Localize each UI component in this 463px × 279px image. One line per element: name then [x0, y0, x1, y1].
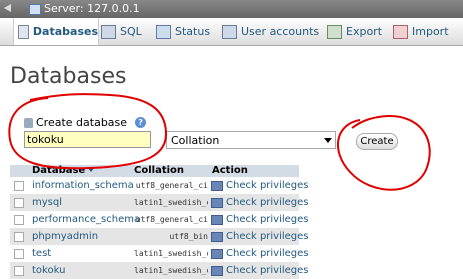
tab-import-label: Import [412, 25, 449, 38]
database-name-input[interactable] [24, 131, 151, 148]
check-privileges-label: Check privileges [226, 214, 309, 225]
check-privileges-label: Check privileges [226, 197, 309, 208]
tab-export[interactable]: Export [327, 18, 382, 45]
back-arrow-icon[interactable] [4, 4, 11, 12]
check-privileges-link[interactable]: Check privileges [211, 197, 309, 208]
export-icon [327, 24, 342, 39]
privileges-icon [211, 248, 223, 259]
page-title: Databases [10, 64, 127, 89]
annotation-circle-create-button [337, 114, 431, 191]
users-icon [222, 24, 237, 39]
status-icon [156, 24, 171, 39]
tab-user-accounts[interactable]: User accounts [222, 18, 319, 45]
check-privileges-label: Check privileges [226, 248, 309, 259]
row-checkbox[interactable] [14, 198, 24, 208]
database-name-link[interactable]: tokoku [32, 265, 65, 276]
tab-databases[interactable]: Databases [13, 18, 99, 45]
column-header-collation: Collation [134, 165, 185, 176]
new-database-icon [24, 117, 33, 128]
table-row: test latin1_swedish_ci Check privileges [10, 245, 309, 262]
import-icon [393, 24, 408, 39]
privileges-icon [211, 265, 223, 276]
column-header-action: Action [212, 165, 248, 176]
check-privileges-link[interactable]: Check privileges [211, 248, 309, 259]
sort-arrow-icon [88, 168, 94, 172]
server-icon [29, 4, 41, 15]
table-row: information_schema utf8_general_ci Check… [10, 177, 309, 194]
table-row: phpmyadmin utf8_bin Check privileges [10, 228, 309, 245]
database-name-link[interactable]: test [32, 248, 51, 259]
check-privileges-label: Check privileges [226, 180, 309, 191]
row-checkbox[interactable] [14, 232, 24, 242]
server-breadcrumb[interactable]: Server: 127.0.0.1 [44, 2, 140, 15]
chevron-down-icon [324, 138, 332, 143]
row-checkbox[interactable] [14, 215, 24, 225]
tab-bar: Databases SQL Status User accounts Expor… [0, 18, 463, 46]
column-header-database[interactable]: Database [32, 165, 85, 177]
row-collation: utf8_bin [169, 232, 208, 241]
collation-select-value: Collation [171, 134, 220, 147]
check-privileges-link[interactable]: Check privileges [211, 214, 309, 225]
tab-user-accounts-label: User accounts [241, 25, 320, 38]
row-collation: utf8_general_ci [135, 181, 208, 190]
check-privileges-label: Check privileges [226, 231, 309, 242]
create-database-title: Create database [36, 116, 128, 129]
database-name-link[interactable]: phpmyadmin [32, 231, 98, 242]
database-name-link[interactable]: mysql [32, 197, 62, 208]
row-collation: latin1_swedish_ci [134, 266, 208, 275]
collation-select[interactable]: Collation [166, 131, 336, 149]
privileges-icon [211, 231, 223, 242]
check-privileges-label: Check privileges [226, 265, 309, 276]
table-header: Database Collation Action [10, 165, 299, 177]
create-database-heading: Create database ? [24, 116, 147, 129]
row-collation: latin1_swedish_ci [134, 249, 208, 258]
privileges-icon [211, 197, 223, 208]
table-row: mysql latin1_swedish_ci Check privileges [10, 194, 309, 211]
help-icon[interactable]: ? [135, 117, 147, 128]
tab-export-label: Export [346, 25, 383, 38]
server-breadcrumb-bar: Server: 127.0.0.1 [0, 0, 463, 18]
row-collation: utf8_general_ci [135, 215, 208, 224]
database-icon [18, 24, 29, 39]
row-checkbox[interactable] [14, 181, 24, 191]
check-privileges-link[interactable]: Check privileges [211, 180, 309, 191]
sql-icon [101, 24, 116, 39]
row-checkbox[interactable] [14, 249, 24, 259]
tab-sql-label: SQL [120, 25, 142, 38]
privileges-icon [211, 214, 223, 225]
create-button[interactable]: Create [356, 133, 398, 150]
tab-sql[interactable]: SQL [101, 18, 142, 45]
check-privileges-link[interactable]: Check privileges [211, 231, 309, 242]
row-collation: latin1_swedish_ci [134, 198, 208, 207]
table-row: tokoku latin1_swedish_ci Check privilege… [10, 262, 309, 279]
tab-databases-label: Databases [32, 25, 98, 38]
privileges-icon [211, 180, 223, 191]
tab-status[interactable]: Status [156, 18, 210, 45]
database-name-link[interactable]: information_schema [32, 180, 134, 191]
tab-import[interactable]: Import [393, 18, 449, 45]
database-name-link[interactable]: performance_schema [32, 214, 140, 225]
table-row: performance_schema utf8_general_ci Check… [10, 211, 309, 228]
tab-status-label: Status [175, 25, 211, 38]
check-privileges-link[interactable]: Check privileges [211, 265, 309, 276]
